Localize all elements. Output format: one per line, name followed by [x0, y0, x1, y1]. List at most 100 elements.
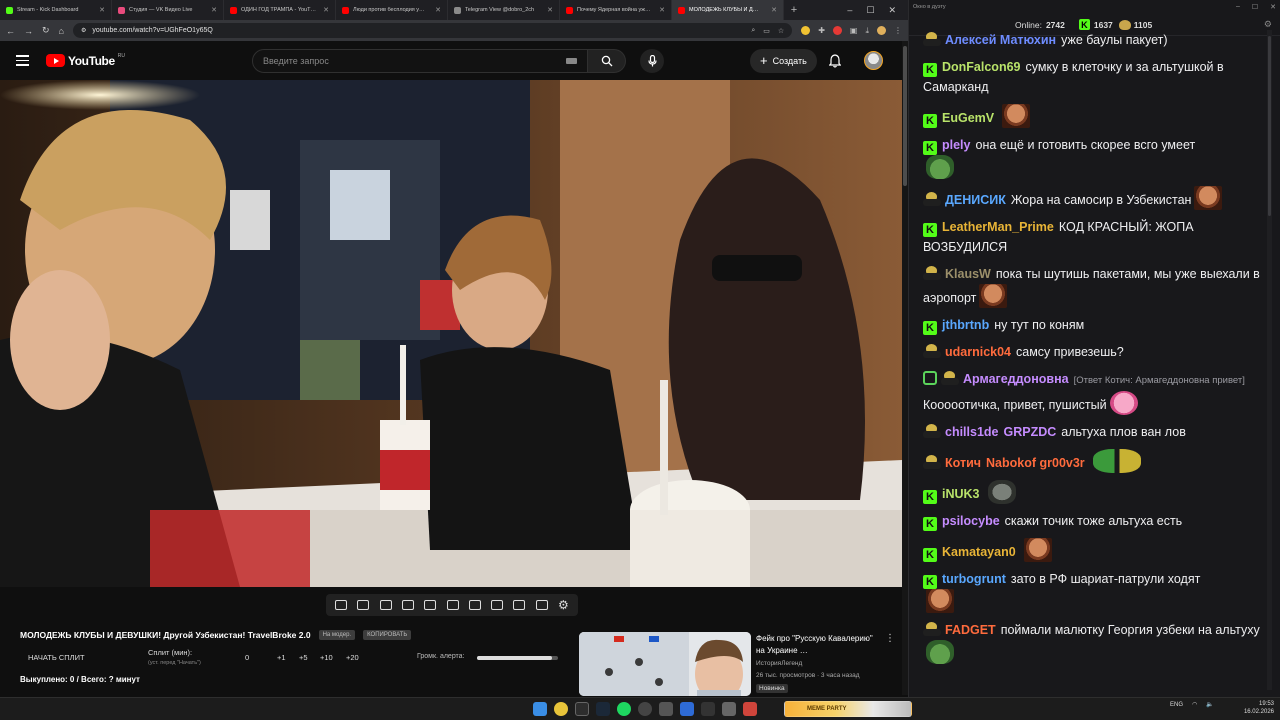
- wifi-icon[interactable]: ◠: [1192, 701, 1197, 708]
- browser-tab[interactable]: Telegram View @dobro_2ch ✕: [448, 0, 560, 20]
- loop-icon[interactable]: [335, 600, 348, 610]
- home-icon[interactable]: ⌂: [59, 26, 64, 36]
- yandex-icon[interactable]: [743, 702, 757, 716]
- alert-volume-slider[interactable]: [477, 656, 558, 660]
- chat-username[interactable]: plely: [942, 138, 971, 152]
- chat-close-button[interactable]: ✕: [1270, 3, 1276, 11]
- minimize-button[interactable]: –: [847, 5, 852, 16]
- chat-username[interactable]: jthbrtnb: [942, 318, 989, 332]
- url-field[interactable]: ⚙ youtube.com/watch?v=UGhFeO1y65Q ⌕ ▭ ☆: [72, 23, 793, 38]
- discord-icon[interactable]: [575, 702, 589, 716]
- meme-party-widget[interactable]: MEME PARTY: [784, 701, 912, 717]
- chat-username[interactable]: iNUK3: [942, 487, 980, 501]
- chat-username[interactable]: chills1de: [945, 425, 999, 439]
- more-options-icon[interactable]: ⋮: [885, 633, 895, 644]
- page-scrollbar-thumb[interactable]: [903, 46, 907, 186]
- profile-icon[interactable]: [877, 26, 886, 35]
- maximize-button[interactable]: ☐: [866, 5, 874, 16]
- bookmark-star-icon[interactable]: ☆: [778, 27, 784, 35]
- chat-username-secondary[interactable]: Nabokof gr00v3r: [986, 456, 1085, 470]
- tab-close-icon[interactable]: ✕: [323, 6, 329, 14]
- chrome-icon[interactable]: [554, 702, 568, 716]
- site-info-icon[interactable]: ⚙: [81, 27, 86, 34]
- download-icon[interactable]: ⤓: [865, 26, 869, 36]
- subtitles-icon[interactable]: [446, 600, 459, 610]
- gear-icon[interactable]: ⚙: [558, 598, 569, 612]
- new-tab-button[interactable]: +: [784, 4, 804, 16]
- browser-tab[interactable]: Люди против бесплодия у… ✕: [336, 0, 448, 20]
- search-input[interactable]: Введите запрос: [252, 49, 588, 73]
- tab-close-icon[interactable]: ✕: [771, 6, 777, 14]
- steam-icon[interactable]: [596, 702, 610, 716]
- speed-gauge-icon[interactable]: [468, 600, 481, 610]
- video-player[interactable]: [0, 80, 902, 587]
- chat-username[interactable]: Kamatayan0: [942, 545, 1016, 559]
- split-add-5-button[interactable]: +5: [299, 653, 308, 662]
- screen-icon[interactable]: [424, 600, 437, 610]
- tab-close-icon[interactable]: ✕: [659, 6, 665, 14]
- user-avatar[interactable]: [864, 51, 883, 70]
- flask-icon[interactable]: [535, 600, 548, 610]
- chat-username[interactable]: udarnick04: [945, 345, 1011, 359]
- telegram-icon[interactable]: [680, 702, 694, 716]
- start-menu-icon[interactable]: [533, 702, 547, 716]
- reload-icon[interactable]: ↻: [42, 25, 50, 36]
- recommended-title[interactable]: Фейк про "Русскую Кавалерию" на Украине …: [756, 633, 876, 657]
- explorer-icon[interactable]: [722, 702, 736, 716]
- zoom-icon[interactable]: ⌕: [751, 27, 755, 35]
- spotify-icon[interactable]: [617, 702, 631, 716]
- extension-icon[interactable]: [801, 26, 811, 35]
- split-add-10-button[interactable]: +10: [320, 653, 333, 662]
- recommended-channel[interactable]: ИсторияЛегенд: [756, 660, 802, 667]
- create-button[interactable]: + Создать: [750, 49, 817, 73]
- browser-tab[interactable]: МОЛОДЕЖЬ КЛУБЫ И Д… ✕: [672, 0, 784, 20]
- chat-username[interactable]: KlausW: [945, 267, 991, 281]
- extension-record-icon[interactable]: [832, 26, 842, 35]
- chat-username[interactable]: FADGET: [945, 623, 996, 637]
- system-clock[interactable]: 19:53 16.02.2026: [1240, 700, 1274, 716]
- search-button[interactable]: [588, 49, 626, 73]
- recommended-video[interactable]: Фейк про "Русскую Кавалерию" на Украине …: [579, 632, 899, 696]
- moderation-chip[interactable]: На модер.: [318, 630, 356, 640]
- chat-username[interactable]: psilocybe: [942, 514, 1000, 528]
- camera-icon[interactable]: [513, 600, 526, 610]
- tab-close-icon[interactable]: ✕: [547, 6, 553, 14]
- volume-icon[interactable]: 🔈: [1206, 701, 1213, 708]
- chat-scrollbar-thumb[interactable]: [1268, 36, 1271, 216]
- chat-username[interactable]: turbogrunt: [942, 572, 1006, 586]
- browser-menu-icon[interactable]: ⋮: [894, 26, 902, 35]
- chat-minimize-button[interactable]: –: [1236, 3, 1240, 11]
- tab-close-icon[interactable]: ✕: [99, 6, 105, 14]
- app-icon[interactable]: [659, 702, 673, 716]
- clapper-icon[interactable]: [401, 600, 414, 610]
- browser-tab[interactable]: Stream - Kick Dashboard ✕: [0, 0, 112, 20]
- forward-icon[interactable]: →: [24, 26, 33, 36]
- add-to-queue-icon[interactable]: [491, 600, 504, 610]
- chat-username[interactable]: Котич: [945, 456, 981, 470]
- extension-puzzle-icon[interactable]: ✚: [818, 26, 825, 35]
- browser-tab[interactable]: Почему Ядерная война уж… ✕: [560, 0, 672, 20]
- chat-username[interactable]: Алексей Матюхин: [945, 33, 1056, 47]
- youtube-logo[interactable]: YouTube RU: [46, 53, 125, 68]
- chat-settings-icon[interactable]: ⚙: [1264, 19, 1272, 30]
- chat-username[interactable]: ДЕНИСИК: [945, 193, 1006, 207]
- copy-button[interactable]: КОПИРОВАТЬ: [363, 630, 412, 640]
- hamburger-menu-icon[interactable]: [16, 55, 29, 66]
- browser-tab[interactable]: ОДИН ГОД ТРАМПА - YouT… ✕: [224, 0, 336, 20]
- tab-close-icon[interactable]: ✕: [435, 6, 441, 14]
- close-window-button[interactable]: ✕: [888, 5, 896, 16]
- recommended-thumbnail[interactable]: [579, 632, 751, 696]
- start-split-button[interactable]: НАЧАТЬ СПЛИТ: [28, 653, 85, 662]
- chat-username-secondary[interactable]: GRPZDC: [1004, 425, 1057, 439]
- keyboard-icon[interactable]: [566, 58, 577, 64]
- split-add-1-button[interactable]: +1: [277, 653, 286, 662]
- terminal-icon[interactable]: [701, 702, 715, 716]
- split-add-20-button[interactable]: +20: [346, 653, 359, 662]
- notifications-bell-icon[interactable]: [828, 54, 842, 73]
- extension-box-icon[interactable]: ▣: [850, 26, 858, 35]
- cast-icon[interactable]: ▭: [763, 27, 770, 35]
- chat-username[interactable]: DonFalcon69: [942, 60, 1021, 74]
- chat-username[interactable]: EuGemV: [942, 111, 994, 125]
- chat-maximize-button[interactable]: ☐: [1252, 3, 1258, 11]
- broadcast-icon[interactable]: [357, 600, 370, 610]
